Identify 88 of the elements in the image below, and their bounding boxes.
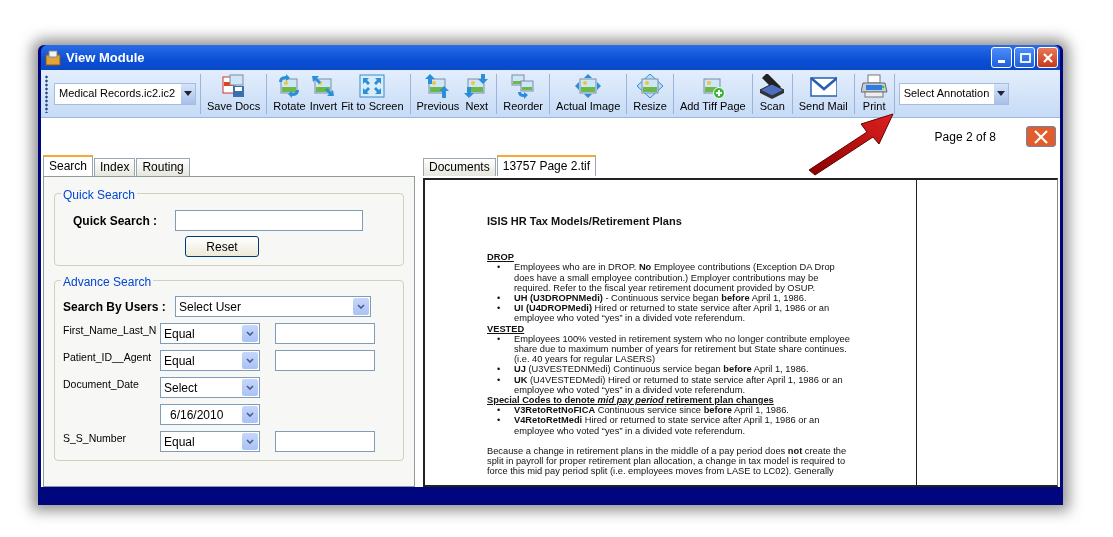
dropdown-caret-icon (246, 331, 254, 336)
toolbar-button[interactable]: Reorder (501, 74, 546, 113)
dropdown-caret-icon (246, 358, 254, 363)
dropdown-caret-icon (246, 412, 254, 417)
panel-tab[interactable]: Routing (136, 158, 190, 176)
toolbar-button[interactable]: Invert (307, 74, 340, 113)
picture-resize-icon (636, 74, 664, 99)
bullet-marker: • (497, 364, 502, 375)
picture-up-arrows-icon (424, 74, 452, 99)
bullet-item: Employees who are in DROP. No Employee contributions (Exception DA Drop does have a small employee contribution.) Employer contributions may be required. Refer to the fiscal year retirement document provided by OSUP. (514, 262, 836, 293)
bullet-marker: • (497, 303, 502, 316)
close-icon (1033, 129, 1049, 144)
printer-icon (860, 74, 888, 99)
toolbar-button[interactable]: Print (858, 74, 890, 113)
bullet-marker: • (497, 415, 502, 428)
user-dropdown[interactable]: Select User (175, 296, 371, 317)
panel-tab[interactable]: Index (94, 158, 136, 176)
value-field[interactable] (275, 350, 375, 371)
toolbar-button[interactable]: Save Docs (205, 74, 263, 113)
toolbar-button[interactable]: Resize (631, 74, 669, 113)
value-field[interactable] (275, 323, 375, 344)
bullet-item: V3RetoRetNoFICA Continuous service since before April 1, 1986. (514, 405, 790, 416)
field-label: S_S_Number (63, 431, 128, 446)
stacked-pictures-icon (509, 74, 537, 99)
field-label: Search By Users : (63, 298, 167, 316)
window-title: View Module (66, 48, 146, 67)
dropdown-caret-icon (246, 385, 254, 390)
section-heading: VESTED (487, 323, 526, 334)
bullet-marker: • (497, 405, 502, 416)
bullet-item: UJ (U3VESTEDNMedi) Continuous service began before April 1, 1986. (514, 364, 810, 375)
minimize-icon (998, 60, 1005, 63)
section-heading: Special Codes to denote mid pay period retirement plan changes (487, 395, 775, 406)
toolbar-button[interactable]: Actual Image (554, 74, 623, 113)
toolbar-button[interactable]: Next (461, 74, 493, 113)
document-tab[interactable]: 13757 Page 2.tif (496, 155, 597, 176)
scanner-icon (758, 74, 786, 99)
document-tab[interactable]: Documents (423, 158, 496, 176)
maximize-icon (1018, 51, 1031, 64)
bullet-marker: • (497, 293, 502, 304)
dropdown-caret-icon (184, 91, 192, 96)
picture-invert-icon (309, 74, 337, 99)
document-paragraph: Because a change in retirement plans in the middle of a pay period does not create the split in payroll for proper retirement plan allocation, a change in tax model is required to force this mid pay period split (i.e. employees moves from LASE to LC02). Generally (487, 445, 848, 477)
field-label: Patient_ID__Agent (63, 350, 153, 365)
toolbar-button[interactable]: Rotate (271, 74, 308, 113)
four-arrows-icon (358, 74, 386, 99)
toolbar-button[interactable]: Fit to Screen (339, 74, 406, 113)
dropdown-caret-icon (246, 439, 254, 444)
toolbar-button[interactable]: Scan (756, 74, 788, 113)
bullet-marker: • (497, 374, 502, 387)
operator-dropdown[interactable]: Equal (160, 431, 260, 452)
field-label: Quick Search : (72, 212, 159, 230)
bullet-item: UH (U3DROPNMedi) - Continuous service began before April 1, 1986. (514, 293, 808, 304)
file-dropdown[interactable]: Medical Records.ic2.ic2 (54, 82, 196, 105)
field-label: Document_Date (63, 377, 140, 392)
close-button[interactable] (1037, 47, 1058, 68)
field-label: First_Name_Last_N (63, 323, 158, 338)
quick-search-field[interactable] (175, 210, 363, 231)
bullet-item: V4RetoRetMedi Hired or returned to state service after April 1, 1986 or an employee who voted “yes” in a divided vote referendum. (514, 415, 821, 436)
bullet-marker: • (497, 262, 502, 275)
toolbar-grip[interactable] (45, 74, 48, 113)
page-indicator: Page 2 of 8 (934, 128, 996, 146)
reset-button[interactable]: Reset (185, 236, 259, 257)
bullet-marker: • (497, 333, 502, 346)
dropdown-caret-icon (996, 91, 1005, 96)
bullet-item: UK (U4VESTEDMedi) Hired or returned to state service after April 1, 1986 or an employee who voted “yes” in a divided vote referendum. (514, 374, 844, 396)
annotation-dropdown[interactable]: Select Annotation (898, 82, 1009, 105)
panel-tab[interactable]: Search (43, 155, 94, 176)
toolbar-button[interactable]: Add Tiff Page (677, 74, 748, 113)
maximize-button[interactable] (1014, 47, 1035, 68)
app-icon (45, 49, 61, 66)
picture-down-arrows-icon (463, 74, 491, 99)
bullet-item: UI (U4DROPMedi) Hired or returned to state service after April 1, 1986 or an employee who voted “yes” in a divided vote referendum. (514, 303, 831, 324)
toolbar-button[interactable]: Previous (414, 74, 462, 113)
section-heading: DROP (487, 252, 514, 263)
value-field[interactable] (275, 431, 375, 452)
document-title: ISIS HR Tax Models/Retirement Plans (487, 216, 683, 227)
minimize-button[interactable] (991, 47, 1012, 68)
picture-expand-icon (574, 74, 602, 99)
bullet-item: Employees 100% vested in retirement system who no longer contribute employee share due to maximum number of years for retirement but State share continues. (i.e. 40 years for regular LASERS) (514, 333, 851, 365)
dropdown-caret-icon (357, 304, 365, 309)
operator-dropdown[interactable]: Equal (160, 323, 260, 344)
close-icon (1041, 51, 1054, 64)
operator-dropdown[interactable]: Equal (160, 350, 260, 371)
operator-dropdown[interactable]: Select (160, 377, 260, 398)
date-picker[interactable]: 6/16/2010 (160, 404, 260, 425)
toolbar-button[interactable]: Send Mail (796, 74, 850, 113)
close-document-button[interactable] (1026, 126, 1056, 147)
envelope-icon (809, 74, 837, 99)
